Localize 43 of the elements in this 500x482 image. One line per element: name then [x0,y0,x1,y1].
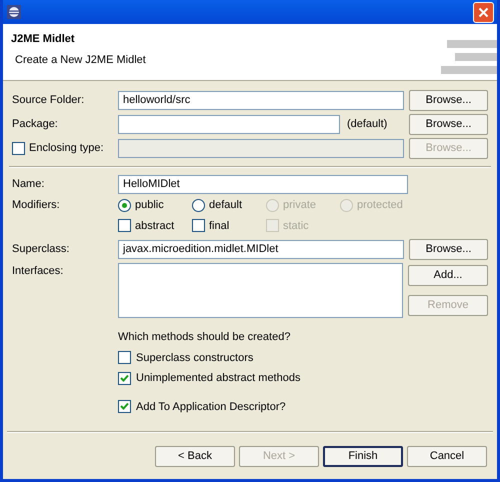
field-label: Interfaces: [12,264,64,279]
radio-label: private [283,198,316,213]
checkbox-label: Add To Application Descriptor? [136,400,286,414]
dialog-button[interactable]: < Back [155,446,235,466]
radio-label: public [135,198,164,213]
close-icon [478,6,489,18]
interfaces-list[interactable] [118,263,403,318]
dialog-button[interactable]: Browse... [409,114,488,135]
radio-button[interactable] [118,198,131,212]
field-label: Name: [12,177,46,192]
field-label: Superclass: [12,242,70,258]
dialog-button[interactable]: Finish [323,446,403,466]
methods-question: Which methods should be created? [118,330,292,345]
field-label: Package: [12,117,59,132]
checkbox-label: Superclass constructors [136,350,254,366]
dialog-button[interactable]: Browse... [409,90,488,111]
field-label: Modifiers: [12,198,61,213]
checkbox-label: static [283,218,309,234]
checkbox[interactable] [118,219,131,232]
checkbox-label: abstract [135,218,174,234]
superclass-field[interactable]: javax.microedition.midlet.MIDlet [118,240,404,259]
checkbox[interactable] [192,219,205,232]
dialog-button[interactable]: Browse... [409,239,488,260]
page-title: J2ME Midlet [11,32,76,47]
radio-label: default [209,198,242,213]
checkbox[interactable] [118,351,131,364]
app-icon [6,4,22,20]
radio-button[interactable] [192,198,205,212]
checkbox-label: Enclosing type: [29,141,104,156]
checkbox[interactable] [118,372,131,385]
package-suffix: (default) [346,117,388,132]
name-field[interactable]: HelloMIDlet [118,175,408,194]
source-folder-field[interactable]: helloworld/src [118,91,404,110]
checkbox[interactable] [118,400,131,414]
dialog-button[interactable]: Add... [408,265,488,286]
checkbox-label: final [209,218,230,234]
page-description: Create a New J2ME Midlet [14,52,146,68]
dialog-button[interactable]: Cancel [407,446,487,466]
close-button[interactable] [473,2,494,22]
radio-label: protected [357,198,403,213]
checkbox-label: Unimplemented abstract methods [136,371,300,386]
package-field[interactable] [118,115,340,134]
field-label: Source Folder: [12,93,86,108]
